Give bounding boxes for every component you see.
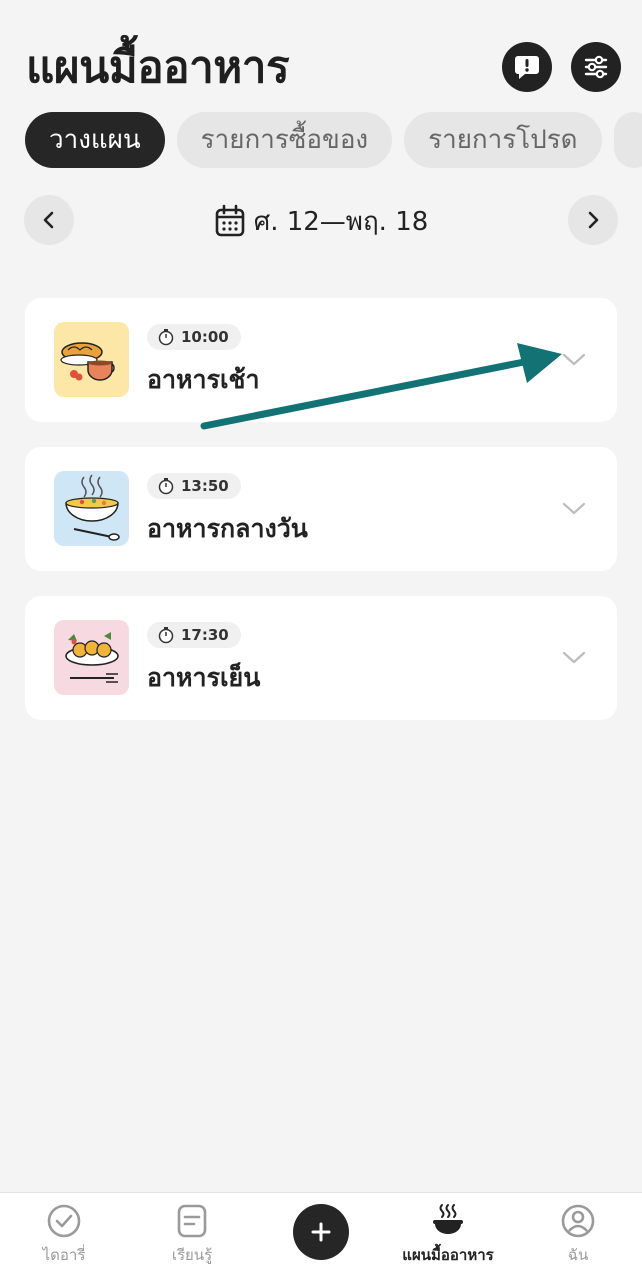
- meal-name: อาหารเช้า: [147, 365, 260, 394]
- breakfast-thumbnail: [54, 322, 129, 397]
- meal-card-breakfast[interactable]: 10:00 อาหารเช้า: [25, 298, 617, 422]
- stopwatch-icon: [158, 329, 174, 346]
- header: แผนมื้ออาหาร: [0, 0, 642, 100]
- chevron-down-icon: [562, 502, 586, 515]
- nav-profile[interactable]: ฉัน: [514, 1203, 642, 1275]
- meal-time-badge: 13:50: [147, 473, 241, 499]
- nav-label: แผนมื้ออาหาร: [402, 1246, 494, 1264]
- profile-icon: [561, 1204, 595, 1238]
- stopwatch-icon: [158, 627, 174, 644]
- meal-name: อาหารกลางวัน: [147, 514, 308, 543]
- expand-button[interactable]: [561, 646, 587, 670]
- nav-learn[interactable]: เรียนรู้: [128, 1203, 256, 1275]
- hot-bowl-icon: [433, 1204, 463, 1234]
- meal-time: 17:30: [181, 626, 229, 644]
- meal-card-dinner[interactable]: 17:30 อาหารเย็น: [25, 596, 617, 720]
- nav-diary[interactable]: ไดอารี่: [0, 1203, 128, 1275]
- meal-time-badge: 10:00: [147, 324, 241, 350]
- calendar-icon: [215, 204, 244, 237]
- chevron-down-icon: [562, 651, 586, 664]
- tab-plan[interactable]: วางแผน: [25, 112, 165, 168]
- bottom-navigation: ไดอารี่ เรียนรู้ แผนมื้ออาหาร ฉัน: [0, 1192, 642, 1280]
- meal-time-badge: 17:30: [147, 622, 241, 648]
- tab-more[interactable]: [613, 112, 642, 168]
- meal-time: 13:50: [181, 477, 229, 495]
- nav-label: ไดอารี่: [42, 1246, 86, 1264]
- dinner-illustration: [65, 632, 119, 683]
- dinner-thumbnail: [54, 620, 129, 695]
- add-button[interactable]: [293, 1204, 349, 1260]
- date-range[interactable]: ศ. 12—พฤ. 18: [0, 195, 642, 247]
- meal-time: 10:00: [181, 328, 229, 346]
- feedback-button[interactable]: [502, 42, 552, 92]
- date-range-label: ศ. 12—พฤ. 18: [253, 206, 429, 237]
- stopwatch-icon: [158, 478, 174, 495]
- lunch-illustration: [65, 474, 120, 541]
- meal-name: อาหารเย็น: [147, 663, 261, 692]
- check-circle-icon: [47, 1204, 81, 1238]
- sliders-icon: [584, 55, 608, 79]
- expand-button[interactable]: [561, 497, 587, 521]
- tab-favorites[interactable]: รายการโปรด: [404, 112, 602, 168]
- filter-button[interactable]: [571, 42, 621, 92]
- expand-button[interactable]: [561, 348, 587, 372]
- nav-meal-plan[interactable]: แผนมื้ออาหาร: [384, 1203, 512, 1275]
- notes-icon: [177, 1204, 207, 1238]
- chevron-down-icon: [562, 353, 586, 366]
- tab-bar: วางแผน รายการซื้อของ รายการโปรด: [25, 112, 642, 168]
- page-title: แผนมื้ออาหาร: [26, 42, 290, 93]
- nav-label: เรียนรู้: [171, 1246, 213, 1264]
- prev-week-button[interactable]: [24, 195, 74, 245]
- nav-label: ฉัน: [567, 1246, 589, 1264]
- tab-shopping-list[interactable]: รายการซื้อของ: [176, 112, 393, 168]
- plus-icon: [311, 1222, 331, 1242]
- feedback-icon: [515, 56, 539, 79]
- chevron-left-icon: [43, 211, 54, 229]
- next-week-button[interactable]: [568, 195, 618, 245]
- lunch-thumbnail: [54, 471, 129, 546]
- breakfast-illustration: [60, 342, 115, 381]
- date-navigator: ศ. 12—พฤ. 18: [0, 195, 642, 247]
- chevron-right-icon: [588, 211, 599, 229]
- meal-card-lunch[interactable]: 13:50 อาหารกลางวัน: [25, 447, 617, 571]
